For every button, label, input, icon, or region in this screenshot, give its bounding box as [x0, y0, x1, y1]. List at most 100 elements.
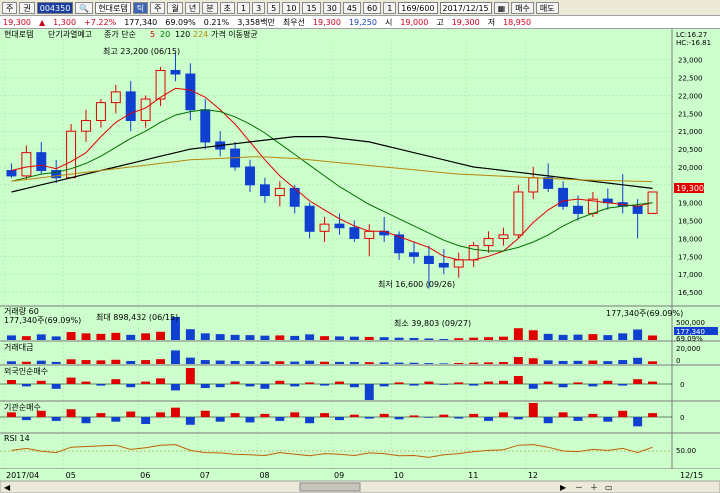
period-button-minute[interactable]: 분 [202, 1, 218, 14]
volume-bar [111, 332, 121, 340]
zoom-in-icon[interactable]: ＋ [590, 483, 598, 492]
foreign-bar [215, 384, 225, 388]
price-axis-tick: 17,500 [678, 253, 703, 261]
inst-bar [349, 414, 359, 417]
search-icon[interactable]: 🔍 [75, 1, 94, 14]
foreign-bar [141, 381, 151, 384]
count-field[interactable]: 169/600 [398, 1, 438, 14]
sell-button[interactable]: 매도 [535, 1, 559, 14]
stock-chart[interactable]: 현대로템 단기과열예고 종가 단순 5 20 120 224 가격 이동평균 L… [0, 29, 720, 493]
preferred-bid: 19,300 [312, 17, 341, 27]
mode-selector[interactable]: 주 [2, 1, 18, 14]
number-button-60[interactable]: 60 [363, 1, 382, 14]
zoom-out-icon[interactable]: － [575, 483, 583, 492]
amount-bar [51, 361, 61, 364]
candle-body [453, 259, 464, 268]
inst-bar [245, 417, 255, 423]
foreign-bar [21, 384, 31, 387]
number-button-5[interactable]: 5 [267, 1, 281, 14]
amount-bar [290, 361, 300, 364]
foreign-bar [424, 381, 434, 384]
volume-bar [364, 336, 374, 340]
lc-label: LC:16.27 [676, 31, 707, 39]
volume-bar [96, 333, 106, 340]
calendar-icon[interactable]: ▦ [493, 1, 510, 14]
date-field[interactable]: 2017/12/15 [439, 1, 492, 14]
amount-bar [394, 362, 404, 364]
volume-max-annotation: 최대 898,432 (06/15) [96, 312, 178, 322]
inst-bar [290, 412, 300, 417]
period-button-week[interactable]: 주 [150, 1, 166, 14]
foreign-bar [513, 376, 523, 384]
fit-icon[interactable]: ▭ [605, 483, 613, 492]
amount-bar [484, 362, 494, 364]
volume-bar [200, 333, 210, 340]
inst-bar [96, 413, 106, 417]
volume-bar [618, 333, 628, 340]
buy-button[interactable]: 매수 [511, 1, 534, 14]
volume-min-annotation: 최소 39,803 (09/27) [394, 318, 471, 328]
scroll-right-icon[interactable]: ▶ [560, 483, 567, 492]
foreign-bar [364, 384, 374, 400]
turnover-rate: 0.21% [203, 17, 230, 27]
main-toolbar: 주 권 004350 🔍 현대로템 틱 주 월 년 분 초 1 3 5 10 1… [0, 0, 720, 16]
price-axis-tick: 23,000 [678, 57, 703, 65]
candle-body [6, 170, 17, 177]
period-button-month[interactable]: 월 [167, 1, 183, 14]
foreign-bar [81, 381, 91, 384]
period-button-second[interactable]: 초 [219, 1, 235, 14]
foreign-bar [573, 382, 583, 384]
scroll-left-icon[interactable]: ◀ [4, 483, 11, 492]
volume-bar [469, 337, 479, 340]
open-label: 시 [384, 17, 393, 27]
inst-bar [156, 412, 166, 417]
period-button-year[interactable]: 년 [184, 1, 201, 14]
candle-body [513, 191, 524, 236]
stock-code-input[interactable]: 004350 [36, 1, 74, 14]
candle-body [245, 166, 255, 186]
volume-bar [454, 338, 464, 340]
number-button-3[interactable]: 3 [252, 1, 266, 14]
number-button-1[interactable]: 1 [236, 1, 251, 14]
number-button-45[interactable]: 45 [342, 1, 361, 14]
foreign-bar [603, 380, 613, 384]
foreign-bar [334, 381, 344, 384]
legend-ma224: 224 [193, 30, 208, 39]
volume-right-value: 177,340주(69.09%) [606, 309, 683, 318]
inst-bar [200, 410, 210, 417]
candle-body [81, 119, 91, 132]
inst-bar [513, 417, 523, 420]
amount-axis-tick-1: 20,000 [676, 345, 701, 353]
legend-ma-suffix: 가격 이동평균 [211, 29, 258, 39]
stock-name-field[interactable]: 현대로템 [95, 1, 131, 14]
view-selector[interactable]: 권 [19, 1, 35, 14]
legend-ma20: 20 [160, 30, 170, 39]
volume-bar [260, 335, 270, 340]
x-axis-background [0, 469, 720, 481]
price-axis-tick: 20,500 [678, 146, 703, 154]
hc-label: HC:-16.81 [676, 39, 711, 47]
scrollbar-thumb[interactable] [299, 482, 361, 492]
amount-bar [439, 363, 449, 364]
inst-bar [603, 417, 613, 422]
price-axis-tick: 22,500 [678, 75, 703, 83]
inst-bar [66, 409, 76, 417]
number-button-30[interactable]: 30 [322, 1, 341, 14]
foreign-bar [275, 380, 285, 384]
chart-background [0, 29, 720, 493]
amount-bar [618, 360, 628, 364]
price-change-pct: +7.22% [84, 17, 117, 27]
amount-bar [573, 360, 583, 364]
volume-bar [21, 336, 31, 340]
number-button-custom[interactable]: 1 [383, 1, 397, 14]
candle-body [95, 102, 106, 121]
number-button-10[interactable]: 10 [282, 1, 301, 14]
price-axis-tick: 21,000 [678, 128, 703, 136]
volume-bar [275, 335, 285, 340]
period-button-tick[interactable]: 틱 [132, 1, 149, 14]
foreign-bar [394, 382, 404, 384]
inst-bar [454, 417, 464, 419]
volume-value: 177,340 [124, 17, 158, 27]
amount-bar [454, 362, 464, 364]
number-button-15[interactable]: 15 [302, 1, 321, 14]
